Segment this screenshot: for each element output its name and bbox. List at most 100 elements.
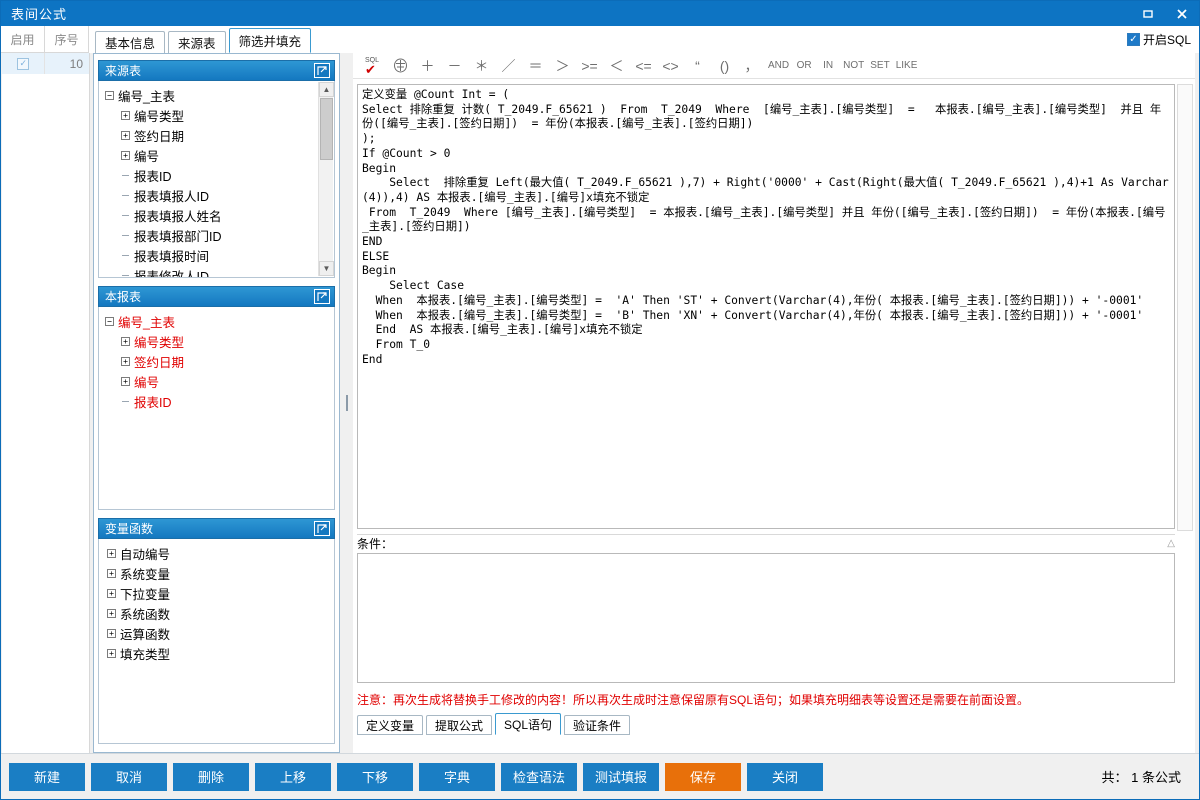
panel-variable-functions-body[interactable]: + 自动编号 + 系统变量 + 下拉变量 + 系统函数 + 运算函数 + 填充类型 <box>98 539 335 744</box>
panel-variable-functions: 变量函数 + 自动编号 + 系统变量 + 下拉变量 + 系统函数 + 运算函数 + 填充类型 <box>98 518 335 744</box>
scroll-down-arrow-icon[interactable]: ▼ <box>319 261 334 276</box>
popout-icon[interactable] <box>314 63 330 78</box>
tab-basic-info[interactable]: 基本信息 <box>95 31 166 53</box>
cancel-button[interactable]: 取消 <box>91 762 167 791</box>
tree-node: + 编号类型 <box>103 105 334 125</box>
check-sql-icon[interactable]: SQL ✔ <box>359 54 387 78</box>
less-equal-operator[interactable]: <= <box>630 54 657 78</box>
condition-input[interactable] <box>357 553 1175 683</box>
tab-sql-statement[interactable]: SQL语句 <box>495 713 562 735</box>
parenthesis-operator[interactable]: () <box>711 54 738 78</box>
sql-editor-scrollbar[interactable] <box>1177 84 1193 531</box>
panel-source-table-header: 来源表 <box>98 60 335 81</box>
tab-validate-condition[interactable]: 验证条件 <box>564 715 631 735</box>
plus-operator[interactable]: ＋ <box>414 54 441 78</box>
tree-node: + 系统函数 <box>103 603 334 623</box>
popout-icon[interactable] <box>314 521 330 536</box>
function-icon[interactable] <box>387 54 414 78</box>
row-enabled-checkbox[interactable]: ✓ <box>17 57 30 70</box>
tree-this-report[interactable]: − 编号_主表 + 编号类型 + 签约日期 + 编号 报表ID <box>99 307 334 411</box>
tree-node: + 编号 <box>103 145 334 165</box>
formula-row-grid[interactable]: ✓ 10 <box>2 53 90 753</box>
tree-node: 报表填报部门ID <box>103 225 334 245</box>
like-keyword[interactable]: LIKE <box>893 54 921 78</box>
close-icon[interactable] <box>1165 1 1199 26</box>
not-equal-operator[interactable]: <> <box>657 54 684 78</box>
expand-toggle-icon[interactable]: + <box>107 548 116 558</box>
comma-operator[interactable]: ， <box>738 54 765 78</box>
scrollbar-thumb[interactable] <box>320 98 333 160</box>
collapse-toggle-icon[interactable]: − <box>105 316 114 326</box>
tree-node-label: 编号_主表 <box>118 315 175 330</box>
move-down-button[interactable]: 下移 <box>337 762 413 791</box>
less-than-operator[interactable]: ＜ <box>603 54 630 78</box>
expand-toggle-icon[interactable]: + <box>107 568 116 578</box>
delete-button[interactable]: 删除 <box>173 762 249 791</box>
tree-variable-functions[interactable]: + 自动编号 + 系统变量 + 下拉变量 + 系统函数 + 运算函数 + 填充类型 <box>99 539 334 663</box>
sql-editor[interactable]: 定义变量 @Count Int = ( Select 排除重复 计数( T_20… <box>357 84 1175 529</box>
divide-operator[interactable]: ／ <box>495 54 522 78</box>
tab-define-variable[interactable]: 定义变量 <box>357 715 424 735</box>
quote-operator[interactable]: “ <box>684 54 711 78</box>
expand-toggle-icon[interactable]: + <box>121 130 130 140</box>
tree-node-label: 系统函数 <box>120 607 171 622</box>
greater-than-operator[interactable]: ＞ <box>549 54 576 78</box>
source-tree-scrollbar[interactable]: ▲ ▼ <box>318 82 334 276</box>
expand-toggle-icon[interactable]: + <box>107 648 116 658</box>
sql-editor-content[interactable]: 定义变量 @Count Int = ( Select 排除重复 计数( T_20… <box>362 88 1170 367</box>
test-fill-button[interactable]: 测试填报 <box>583 762 659 791</box>
close-button[interactable]: 关闭 <box>747 762 823 791</box>
dictionary-button[interactable]: 字典 <box>419 762 495 791</box>
equals-operator[interactable]: ＝ <box>522 54 549 78</box>
expand-toggle-icon[interactable]: + <box>121 110 130 120</box>
popout-icon[interactable] <box>314 289 330 304</box>
tree-node-label: 填充类型 <box>120 647 171 662</box>
tree-node: 报表修改人ID <box>103 265 334 277</box>
collapse-icon[interactable]: △ <box>1167 538 1175 549</box>
expand-toggle-icon[interactable]: + <box>107 588 116 598</box>
tree-node: + 签约日期 <box>103 125 334 145</box>
panel-this-report-body[interactable]: − 编号_主表 + 编号类型 + 签约日期 + 编号 报表ID <box>98 307 335 510</box>
greater-equal-operator[interactable]: >= <box>576 54 603 78</box>
title-bar: 表间公式 <box>1 1 1199 26</box>
tab-extract-formula[interactable]: 提取公式 <box>426 715 493 735</box>
expand-toggle-icon[interactable]: + <box>121 150 130 160</box>
collapse-toggle-icon[interactable]: − <box>105 90 114 100</box>
multiply-operator[interactable]: ＊ <box>468 54 495 78</box>
not-keyword[interactable]: NOT <box>840 54 867 78</box>
window-title: 表间公式 <box>11 7 68 22</box>
expand-toggle-icon[interactable]: + <box>121 376 130 386</box>
right-pane: SQL ✔ ＋ － ＊ ／ ＝ ＞ >= ＜ <= <> “ () ， AND <box>353 53 1195 753</box>
expand-toggle-icon[interactable]: + <box>121 356 130 366</box>
in-keyword[interactable]: IN <box>816 54 840 78</box>
tree-node-label: 签约日期 <box>134 129 185 144</box>
splitter-grip[interactable] <box>346 395 348 411</box>
expand-toggle-icon[interactable]: + <box>107 628 116 638</box>
table-row[interactable]: ✓ 10 <box>2 53 89 74</box>
tree-leaf-connector-icon <box>119 214 132 216</box>
set-keyword[interactable]: SET <box>867 54 892 78</box>
expand-toggle-icon[interactable]: + <box>121 336 130 346</box>
enable-sql-checkbox[interactable]: ✓ <box>1126 33 1140 46</box>
panel-source-table-body[interactable]: − 编号_主表 + 编号类型 + 签约日期 + 编号 报表ID 报表填报人ID 报表填报… <box>98 81 335 278</box>
minus-operator[interactable]: － <box>441 54 468 78</box>
tree-node: + 自动编号 <box>103 543 334 563</box>
restore-icon[interactable] <box>1131 1 1165 26</box>
expand-toggle-icon[interactable]: + <box>107 608 116 618</box>
move-up-button[interactable]: 上移 <box>255 762 331 791</box>
scroll-up-arrow-icon[interactable]: ▲ <box>319 82 334 97</box>
or-keyword[interactable]: OR <box>792 54 816 78</box>
panel-variable-functions-title: 变量函数 <box>105 522 154 536</box>
save-button[interactable]: 保存 <box>665 762 741 791</box>
row-enabled-cell[interactable]: ✓ <box>2 53 46 74</box>
tab-filter-and-fill[interactable]: 筛选并填充 <box>228 28 312 53</box>
enable-sql-toggle[interactable]: ✓ 开启SQL <box>1126 31 1191 48</box>
pane-splitter[interactable] <box>342 53 352 753</box>
check-syntax-button[interactable]: 检查语法 <box>501 762 577 791</box>
tree-source-table[interactable]: − 编号_主表 + 编号类型 + 签约日期 + 编号 报表ID 报表填报人ID 报表填报… <box>99 81 334 277</box>
upper-strip: 启用 序号 基本信息 来源表 筛选并填充 ✓ 开启SQL <box>1 26 1199 53</box>
tab-source-table[interactable]: 来源表 <box>168 31 226 53</box>
new-button[interactable]: 新建 <box>9 762 85 791</box>
and-keyword[interactable]: AND <box>765 54 792 78</box>
tree-leaf-connector-icon <box>119 274 132 276</box>
